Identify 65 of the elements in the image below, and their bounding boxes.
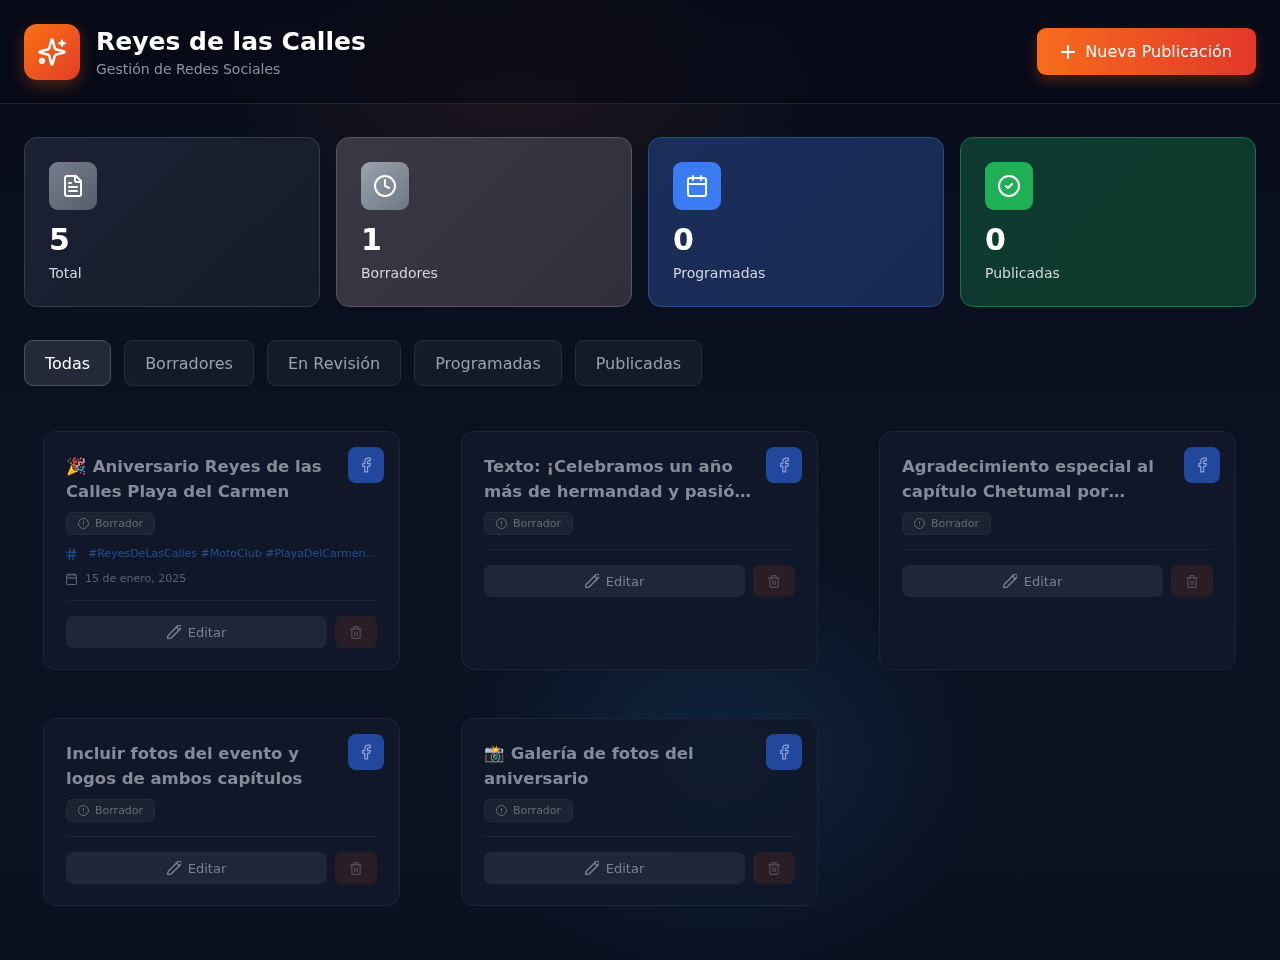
- delete-button[interactable]: [335, 616, 377, 648]
- app-subtitle: Gestión de Redes Sociales: [96, 59, 282, 78]
- pencil-icon: [1002, 574, 1017, 588]
- edit-button[interactable]: Editar: [902, 565, 1163, 597]
- alert-circle-icon: [78, 805, 89, 816]
- hash-icon: [66, 548, 77, 560]
- stat-value: 1: [361, 222, 382, 258]
- edit-button[interactable]: Editar: [484, 565, 745, 597]
- stat-value: 5: [49, 222, 70, 258]
- status-text: Borrador: [513, 804, 562, 817]
- post-title: 📸 Galería de fotos del aniversario: [484, 743, 695, 790]
- trash-icon: [350, 861, 362, 875]
- calendar-icon: [66, 573, 77, 585]
- pencil-icon: [166, 861, 181, 875]
- stat-label: Programadas: [673, 264, 766, 282]
- clock-icon: [361, 162, 409, 210]
- hashtags: #ReyesDeLasCalles #MotoClub #PlayaDelCarmen…: [88, 547, 377, 561]
- status-text: Borrador: [513, 517, 562, 530]
- delete-button[interactable]: [753, 852, 795, 884]
- stat-value: 0: [985, 222, 1006, 258]
- edit-button[interactable]: Editar: [66, 852, 327, 884]
- trash-icon: [350, 625, 362, 639]
- facebook-icon: [348, 734, 384, 770]
- status-text: Borrador: [95, 804, 144, 817]
- alert-circle-icon: [914, 518, 925, 529]
- facebook-icon: [348, 447, 384, 483]
- document-icon: [49, 162, 97, 210]
- pencil-icon: [166, 625, 181, 639]
- pencil-icon: [584, 861, 599, 875]
- filter-tab[interactable]: Programadas: [414, 340, 562, 386]
- status-text: Borrador: [95, 517, 144, 530]
- trash-icon: [1186, 574, 1198, 588]
- alert-circle-icon: [496, 518, 507, 529]
- new-post-button[interactable]: Nueva Publicación: [1037, 28, 1256, 75]
- edit-button[interactable]: Editar: [66, 616, 327, 648]
- delete-button[interactable]: [753, 565, 795, 597]
- stat-label: Borradores: [361, 264, 438, 282]
- filter-tab[interactable]: Borradores: [124, 340, 254, 386]
- post-date: 15 de enero, 2025: [85, 572, 187, 586]
- filter-tab[interactable]: En Revisión: [266, 340, 402, 386]
- calendar-icon: [673, 162, 721, 210]
- facebook-icon: [1184, 447, 1220, 483]
- post-title: 🎉 Aniversario Reyes de las Calles Playa del Carmen: [66, 456, 323, 503]
- post-title: Texto: ¡Celebramos un año más de hermandad y pasió…: [484, 456, 753, 503]
- alert-circle-icon: [78, 518, 89, 529]
- delete-button[interactable]: [335, 852, 377, 884]
- filter-tab[interactable]: Todas: [24, 340, 112, 386]
- post-title: Incluir fotos del evento y logos de ambos capítulos: [66, 743, 304, 790]
- trash-icon: [768, 574, 780, 588]
- sparkle-icon: [24, 23, 80, 80]
- edit-button[interactable]: Editar: [484, 852, 745, 884]
- plus-icon: [1061, 44, 1076, 59]
- post-title: Agradecimiento especial al capítulo Chetumal por…: [902, 456, 1155, 503]
- facebook-icon: [766, 447, 802, 483]
- stat-label: Publicadas: [985, 264, 1060, 282]
- trash-icon: [768, 861, 780, 875]
- app-title: Reyes de las Calles: [96, 25, 366, 58]
- status-text: Borrador: [931, 517, 980, 530]
- alert-circle-icon: [496, 805, 507, 816]
- stat-label: Total: [49, 264, 82, 282]
- filter-tab[interactable]: Publicadas: [574, 340, 703, 386]
- delete-button[interactable]: [1171, 565, 1213, 597]
- facebook-icon: [766, 734, 802, 770]
- stat-value: 0: [673, 222, 694, 258]
- pencil-icon: [584, 574, 599, 588]
